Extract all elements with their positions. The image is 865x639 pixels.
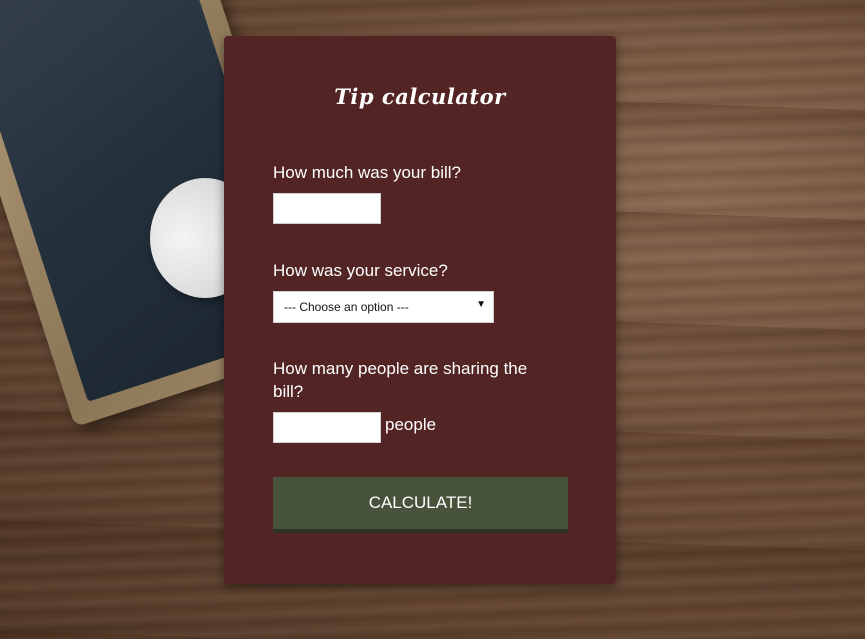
service-question-label: How was your service? (273, 261, 448, 280)
service-select-value: --- Choose an option --- (284, 300, 409, 314)
bill-amount-input[interactable] (273, 193, 381, 224)
chevron-down-icon: ▼ (476, 299, 486, 310)
people-count-input[interactable] (273, 412, 381, 443)
people-question-label: How many people are sharing the bill? (273, 359, 528, 401)
page-title: Tip calculator (334, 84, 506, 109)
bill-question-label: How much was your bill? (273, 163, 462, 182)
service-quality-select[interactable]: --- Choose an option --- ▼ (273, 291, 494, 323)
people-suffix-label: people (385, 415, 437, 434)
calculate-button[interactable]: CALCULATE! (273, 477, 568, 533)
